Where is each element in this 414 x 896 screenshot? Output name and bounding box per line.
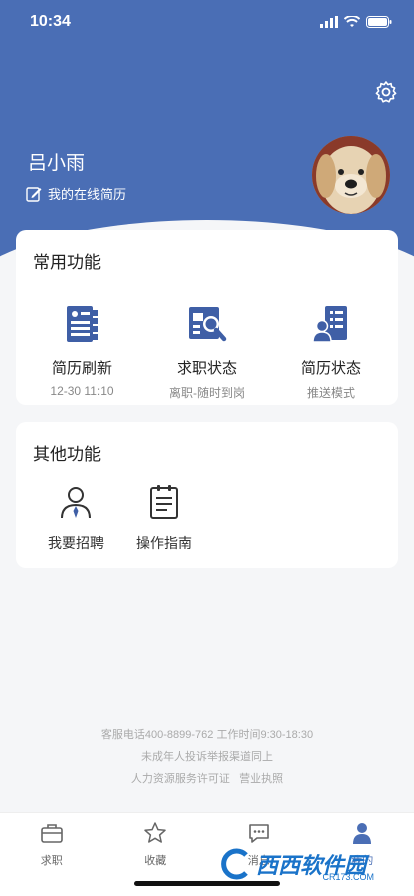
resume-status-icon [312,306,347,343]
recruit-label: 我要招聘 [48,535,104,551]
online-resume-link[interactable]: 我的在线简历 [26,184,126,203]
briefcase-icon [40,824,63,843]
wifi-icon [344,16,360,27]
guide-document-icon [150,485,178,519]
avatar-dog-photo [312,136,390,214]
guide-label: 操作指南 [136,535,192,551]
resume-refresh-icon [67,306,98,342]
tab-job-search-label: 求职 [40,855,63,867]
battery-icon [366,16,392,28]
hr-license-link[interactable]: 人力资源服务许可证 [131,773,230,785]
edit-icon [26,186,42,202]
watermark-c-icon [221,848,248,880]
feature-resume-refresh[interactable]: 简历刷新 12-30 11:10 [22,304,142,398]
online-resume-label: 我的在线简历 [48,187,127,202]
settings-gear-icon[interactable] [374,80,398,104]
tab-favorites-label: 收藏 [144,855,167,867]
other-functions-card: 其他功能 我要招聘 操作指南 [16,422,398,568]
feature-job-search-status-sub: 离职-随时到岗 [169,386,245,400]
watermark-logo: 西西软件园 CR173.COM [218,842,408,886]
feature-resume-status-label: 简历状态 [300,360,361,377]
common-functions-card: 常用功能 简历刷新 12-30 11:10 求职状态 离职-随时到岗 简历状态 … [16,230,398,405]
profile-header: 10:34 吕小雨 我的在线简历 [0,0,414,300]
status-bar: 10:34 [0,0,414,44]
watermark-domain: CR173.COM [322,872,374,882]
business-license-link[interactable]: 营业执照 [239,773,283,785]
footer-contact: 客服电话400-8899-762 工作时间9:30-18:30 [100,729,314,741]
status-icons [320,16,392,28]
common-functions-title: 常用功能 [33,253,101,272]
feature-resume-status[interactable]: 简历状态 推送模式 [271,304,391,401]
tab-job-search[interactable]: 求职 [0,813,104,896]
home-indicator [134,881,280,886]
footer-complaint: 未成年人投诉举报渠道同上 [141,751,273,763]
recruit-person-icon [61,487,91,519]
guide-button[interactable]: 操作指南 [124,484,204,553]
star-icon [144,822,166,843]
job-search-icon [189,307,227,342]
feature-resume-refresh-label: 简历刷新 [51,360,112,377]
user-name: 吕小雨 [28,153,86,174]
footer-links: 人力资源服务许可证 营业执照 [0,770,414,786]
feature-job-search-status[interactable]: 求职状态 离职-随时到岗 [147,304,267,401]
feature-resume-refresh-sub: 12-30 11:10 [50,384,114,398]
feature-job-search-status-label: 求职状态 [176,360,237,377]
avatar[interactable] [312,136,390,214]
other-functions-title: 其他功能 [33,445,101,464]
status-time: 10:34 [30,13,71,30]
signal-icon [320,16,338,28]
feature-resume-status-sub: 推送模式 [306,386,355,400]
recruit-button[interactable]: 我要招聘 [36,484,116,553]
